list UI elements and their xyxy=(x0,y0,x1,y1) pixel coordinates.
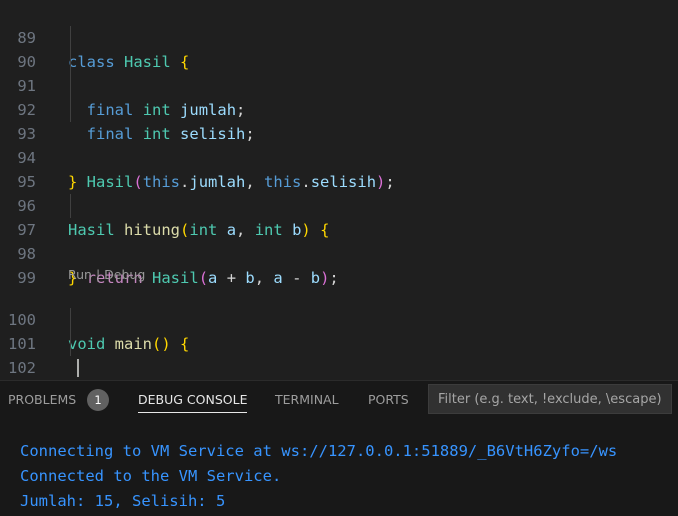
code-line[interactable]: 96 Hasil hitung(int a, int b) { xyxy=(0,170,678,239)
code-line[interactable]: 90 final int jumlah; xyxy=(0,26,678,119)
problems-count-badge: 1 xyxy=(87,389,109,411)
codelens-separator: | xyxy=(91,267,105,282)
indent-guide xyxy=(70,332,71,356)
tab-ports[interactable]: PORTS xyxy=(368,381,409,419)
code-line[interactable]: 99 xyxy=(0,242,678,287)
console-filter-input[interactable] xyxy=(428,384,672,414)
indent-guide xyxy=(70,194,71,218)
code-line[interactable]: 95 xyxy=(0,146,678,191)
tab-ports-label: PORTS xyxy=(368,392,409,407)
code-line-current[interactable]: 103 } xyxy=(0,356,678,380)
indent-guide xyxy=(70,26,71,50)
code-line[interactable]: 91 final int selisih; xyxy=(0,50,678,143)
tab-debug-console-label: DEBUG CONSOLE xyxy=(138,392,248,407)
code-line[interactable]: 89 class Hasil { xyxy=(0,2,678,71)
code-line[interactable]: 94 } xyxy=(0,122,678,191)
code-line[interactable]: 100 void main() { xyxy=(0,284,678,353)
codelens-debug-link[interactable]: Debug xyxy=(104,267,145,282)
tab-problems[interactable]: PROBLEMS xyxy=(8,381,76,419)
indent-guide xyxy=(70,50,71,74)
code-line[interactable]: 102 print('Jumlah: ${hasil.jumlah}, Seli… xyxy=(0,332,678,377)
indent-guide xyxy=(70,74,71,98)
code-line[interactable]: 98 } xyxy=(0,218,678,287)
console-output-line: Jumlah: 15, Selisih: 5 xyxy=(20,492,226,510)
tab-terminal-label: TERMINAL xyxy=(275,392,339,407)
codelens-run-link[interactable]: Run xyxy=(68,267,92,282)
indent-guide xyxy=(70,308,71,332)
code-line[interactable]: 93 Hasil(this.jumlah, this.selisih); xyxy=(0,98,678,191)
console-output-line: Connected to the VM Service. xyxy=(20,467,282,485)
text-cursor xyxy=(77,359,79,377)
code-line[interactable]: 92 xyxy=(0,74,678,119)
console-output-line: Connecting to VM Service at ws://127.0.0… xyxy=(20,442,618,460)
tab-terminal[interactable]: TERMINAL xyxy=(275,381,339,419)
tab-debug-console[interactable]: DEBUG CONSOLE xyxy=(138,381,248,419)
indent-guide xyxy=(70,98,71,122)
codelens: Run | Debug xyxy=(68,266,145,284)
panel-tab-bar: PROBLEMS 1 DEBUG CONSOLE TERMINAL PORTS xyxy=(0,381,678,419)
code-line[interactable]: 97 return Hasil(a + b, a - b); xyxy=(0,194,678,287)
code-editor[interactable]: 89 class Hasil { 90 final int jumlah; 91… xyxy=(0,0,678,381)
code-line[interactable]: 101 var hasil = hitung(10, 5); xyxy=(0,308,678,353)
tab-problems-label: PROBLEMS xyxy=(8,392,77,407)
bottom-panel: PROBLEMS 1 DEBUG CONSOLE TERMINAL PORTS … xyxy=(0,381,678,516)
